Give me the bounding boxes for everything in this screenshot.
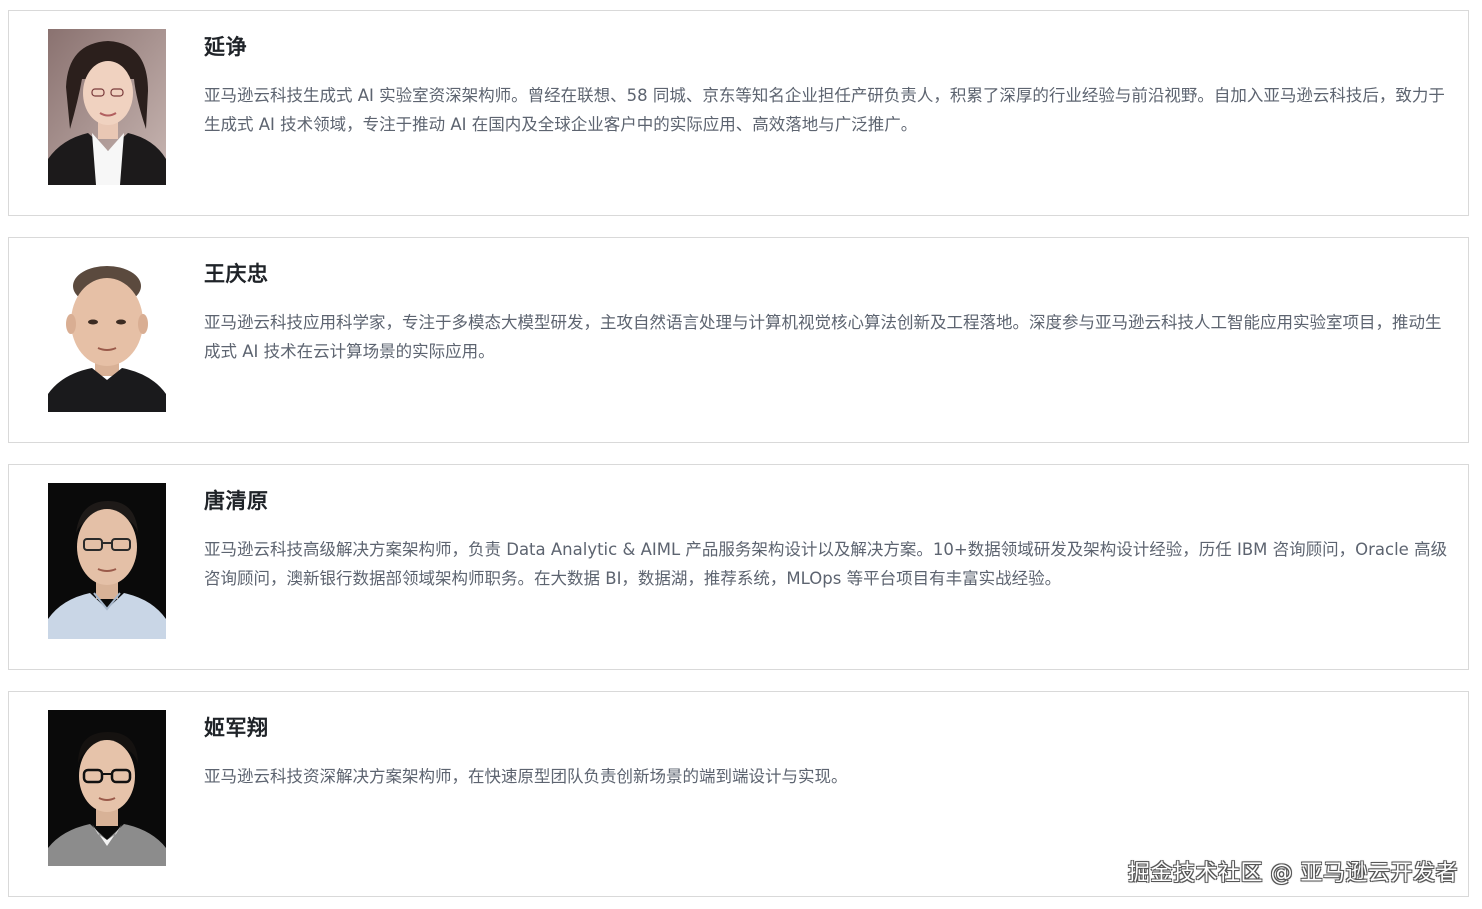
profile-name: 姬军翔	[204, 716, 269, 740]
profile-bio: 亚马逊云科技应用科学家，专注于多模态大模型研发，主攻自然语言处理与计算机视觉核心…	[204, 313, 1442, 361]
watermark: 掘金技术社区 @ 亚马逊云开发者	[1128, 861, 1458, 886]
profile-photo-1	[48, 29, 166, 185]
profile-photo-3	[48, 483, 166, 639]
profile-name: 王庆忠	[204, 262, 269, 286]
profile-bio: 亚马逊云科技资深解决方案架构师，在快速原型团队负责创新场景的端到端设计与实现。	[204, 767, 848, 786]
profile-name: 延诤	[204, 35, 247, 59]
profile-name: 唐清原	[204, 489, 269, 513]
speaker-profiles-page: 延诤 亚马逊云科技生成式 AI 实验室资深架构师。曾经在联想、58 同城、京东等…	[0, 0, 1482, 909]
profile-bio: 亚马逊云科技高级解决方案架构师，负责 Data Analytic & AIML …	[204, 540, 1448, 588]
profile-card: 唐清原 亚马逊云科技高级解决方案架构师，负责 Data Analytic & A…	[8, 464, 1469, 670]
profile-photo-2	[48, 256, 166, 412]
profile-card: 王庆忠 亚马逊云科技应用科学家，专注于多模态大模型研发，主攻自然语言处理与计算机…	[8, 237, 1469, 443]
profile-card: 延诤 亚马逊云科技生成式 AI 实验室资深架构师。曾经在联想、58 同城、京东等…	[8, 10, 1469, 216]
profile-bio: 亚马逊云科技生成式 AI 实验室资深架构师。曾经在联想、58 同城、京东等知名企…	[204, 86, 1445, 134]
profile-photo-4	[48, 710, 166, 866]
